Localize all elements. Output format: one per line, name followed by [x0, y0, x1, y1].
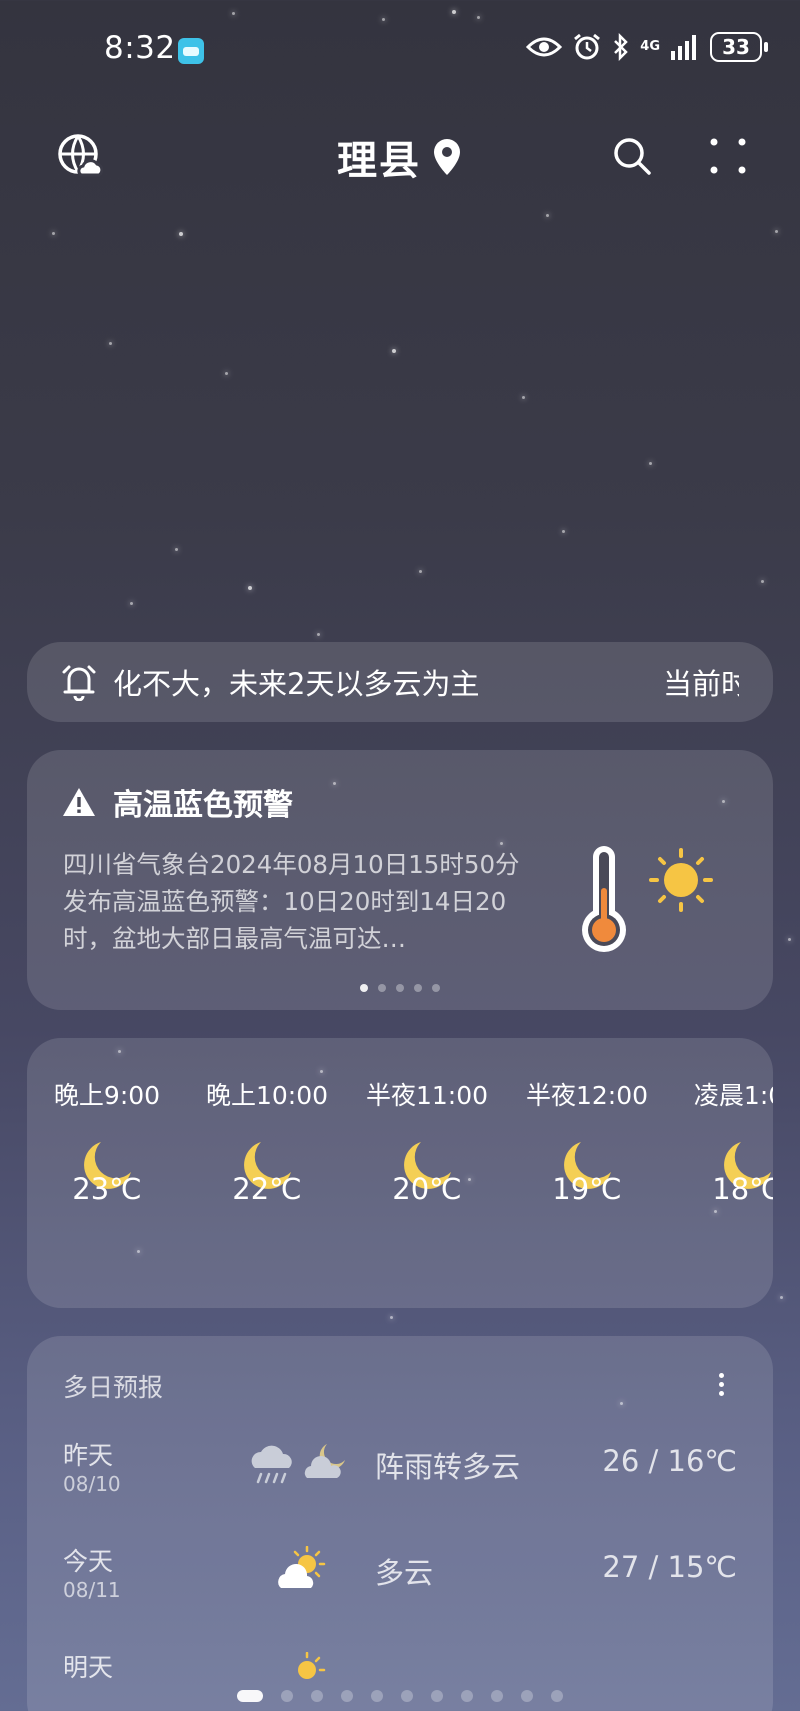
day-temp-range: 27 / 15℃ — [602, 1550, 737, 1584]
hourly-temp: 19℃ — [552, 1172, 622, 1206]
page-dot[interactable] — [281, 1690, 293, 1702]
sun-cloud-icon — [278, 1546, 326, 1588]
status-icons: 4G 33 — [526, 32, 768, 62]
eye-icon — [526, 37, 563, 57]
page-dot[interactable] — [341, 1690, 353, 1702]
status-bar: 8:32 4G 33 — [0, 0, 800, 104]
hourly-temp: 23℃ — [72, 1172, 142, 1206]
page-dot[interactable] — [551, 1690, 563, 1702]
weather-ticker[interactable]: 化不大，未来2天以多云为主 当前时 — [27, 642, 773, 722]
page-dot[interactable] — [491, 1690, 503, 1702]
more-options-button[interactable] — [700, 128, 756, 184]
page-dot[interactable] — [371, 1690, 383, 1702]
day-condition: 阵雨转多云 — [375, 1450, 521, 1484]
day-date: 08/10 — [63, 1472, 121, 1496]
battery-indicator: 33 — [710, 32, 768, 62]
alert-pager-dot — [378, 984, 386, 992]
weather-alert-card[interactable]: 高温蓝色预警 四川省气象台2024年08月10日15时50分发布高温蓝色预警：1… — [27, 750, 773, 1010]
alert-pager-dot — [396, 984, 404, 992]
alert-pager — [27, 984, 773, 992]
bell-icon — [62, 665, 96, 701]
alert-body: 四川省气象台2024年08月10日15时50分发布高温蓝色预警：10日20时到1… — [63, 850, 520, 953]
hourly-time: 晚上9:00 — [53, 1081, 161, 1110]
hourly-forecast-card[interactable]: 晚上9:00 23℃ 晚上10:00 22℃ 半夜11:00 20℃ 半夜12:… — [27, 1038, 773, 1308]
page-dot[interactable] — [311, 1690, 323, 1702]
hourly-temp: 18℃ — [712, 1172, 773, 1206]
page-dot[interactable] — [461, 1690, 473, 1702]
page-dot[interactable] — [431, 1690, 443, 1702]
day-name: 昨天 — [63, 1441, 114, 1470]
day-name: 明天 — [63, 1653, 114, 1682]
app-header: 理县 — [0, 120, 800, 192]
alert-pager-dot — [414, 984, 422, 992]
warning-triangle-icon — [63, 788, 95, 816]
day-temp-range: 26 / 16℃ — [602, 1444, 737, 1478]
rain-cloud-icon — [251, 1445, 292, 1484]
app-notification-icon — [178, 38, 204, 64]
bluetooth-icon — [614, 33, 629, 61]
alert-pager-dot — [432, 984, 440, 992]
location-pin-icon — [434, 139, 460, 175]
network-type-label: 4G — [640, 39, 660, 54]
hourly-time: 晚上10:00 — [205, 1081, 329, 1110]
alarm-icon — [574, 33, 601, 60]
daily-forecast-card[interactable]: 多日预报 昨天 08/10 阵雨转多云 26 / 16℃ 今天 08/11 多云… — [27, 1336, 773, 1711]
daily-forecast-title: 多日预报 — [63, 1373, 164, 1402]
day-condition: 多云 — [375, 1556, 434, 1590]
page-dot[interactable] — [521, 1690, 533, 1702]
daily-more-button[interactable] — [711, 1370, 731, 1400]
day-weather-icons — [217, 1546, 337, 1602]
hourly-time: 半夜12:00 — [525, 1081, 649, 1110]
page-dot[interactable] — [237, 1690, 263, 1702]
ticker-text: 化不大，未来2天以多云为主 — [113, 667, 480, 701]
day-weather-icons — [217, 1440, 345, 1496]
page-dot[interactable] — [401, 1690, 413, 1702]
search-icon — [614, 138, 651, 175]
daily-row[interactable]: 昨天 08/10 阵雨转多云 26 / 16℃ — [27, 1436, 773, 1536]
thermometer-sun-icon — [582, 846, 713, 952]
alert-pager-dot — [360, 984, 368, 992]
city-page-indicator[interactable] — [0, 1690, 800, 1702]
alert-header: 高温蓝色预警 — [61, 780, 293, 824]
hourly-time: 凌晨1:00 — [693, 1081, 773, 1110]
daily-row[interactable]: 今天 08/11 多云 27 / 15℃ — [27, 1542, 773, 1642]
search-button[interactable] — [604, 128, 660, 184]
hourly-temp: 20℃ — [392, 1172, 462, 1206]
status-time: 8:32 — [104, 30, 176, 66]
day-name: 今天 — [63, 1547, 114, 1576]
more-grid-icon — [710, 138, 746, 174]
city-name: 理县 — [337, 138, 421, 184]
day-date: 08/11 — [63, 1578, 121, 1602]
cloud-moon-icon — [304, 1444, 345, 1478]
ticker-text-tail: 当前时 — [663, 667, 739, 701]
hourly-temp: 22℃ — [232, 1172, 302, 1206]
signal-bars-icon — [671, 35, 696, 60]
alert-title: 高温蓝色预警 — [113, 788, 293, 823]
city-title[interactable]: 理县 — [0, 128, 800, 186]
hourly-time: 半夜11:00 — [365, 1081, 489, 1110]
